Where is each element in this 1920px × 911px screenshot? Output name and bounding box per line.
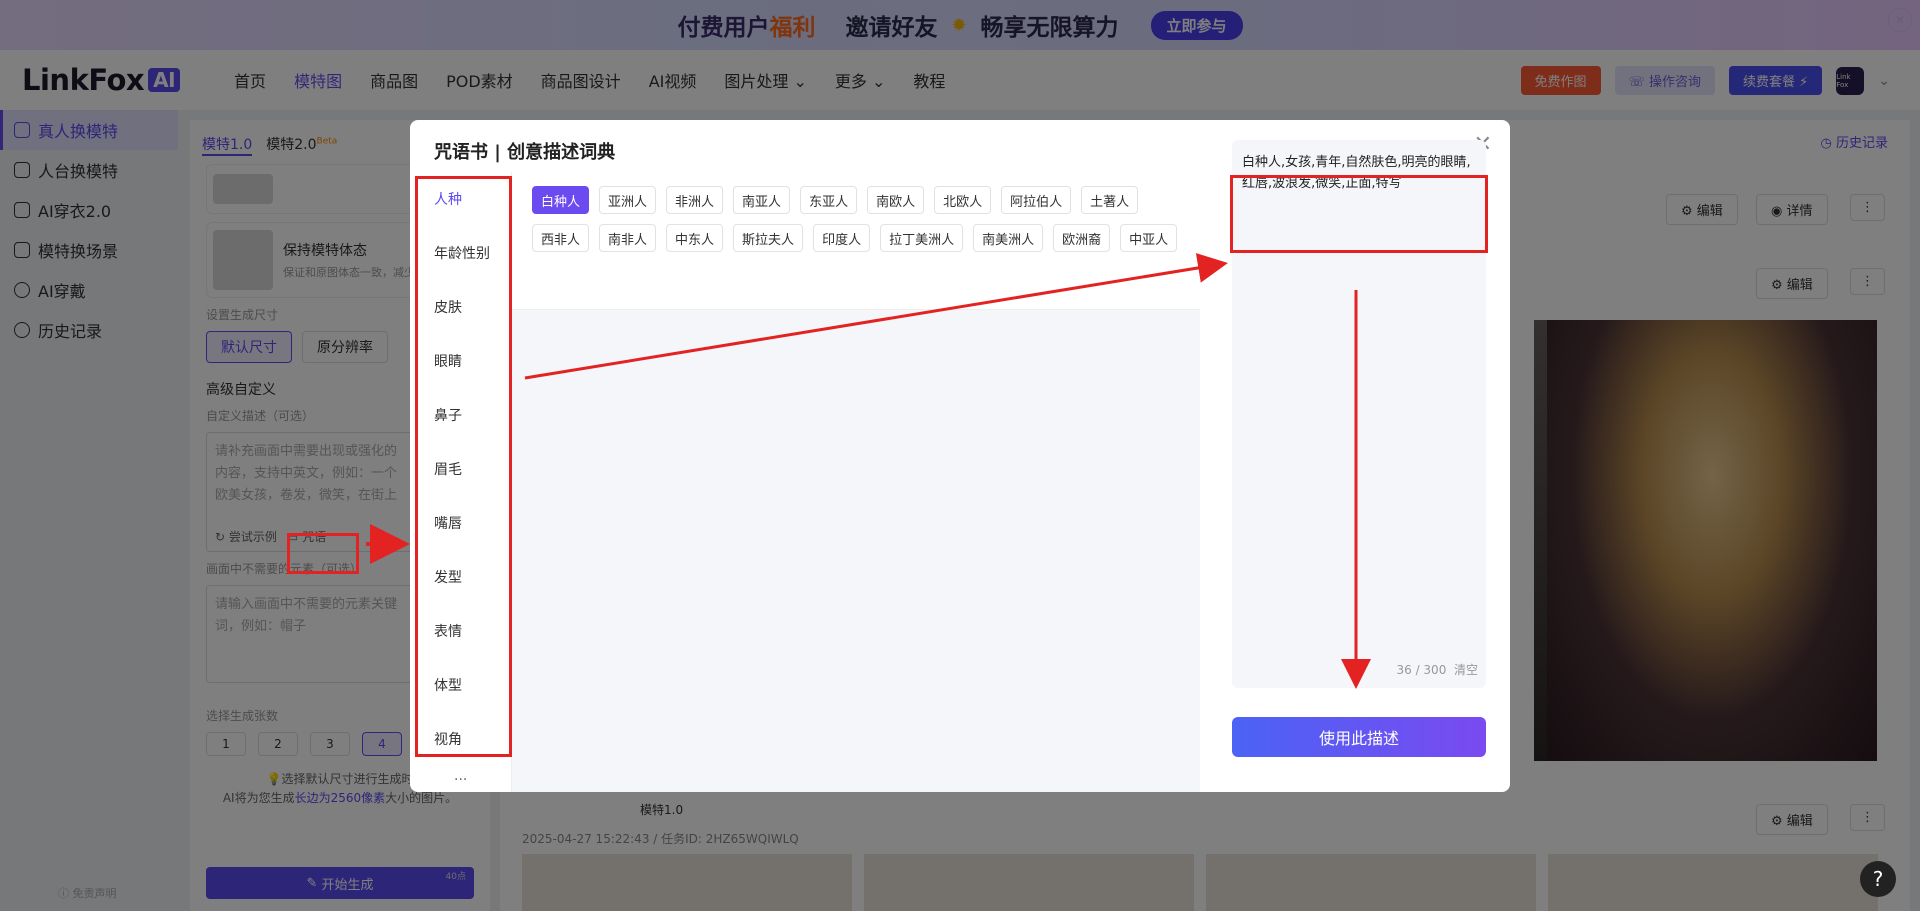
use-description-button[interactable]: 使用此描述 — [1232, 717, 1486, 757]
tag-south-european[interactable]: 南欧人 — [867, 186, 925, 214]
annotation-box-categories — [415, 176, 512, 757]
annotation-box-description — [1230, 175, 1488, 253]
modal-title: 咒语书 | 创意描述词典 — [434, 142, 616, 163]
tag-middle-eastern[interactable]: 中东人 — [666, 224, 724, 252]
tag-south-african[interactable]: 南非人 — [599, 224, 657, 252]
tag-european-descent[interactable]: 欧洲裔 — [1053, 224, 1111, 252]
tag-arab[interactable]: 阿拉伯人 — [1001, 186, 1072, 214]
annotation-box-spell — [287, 533, 359, 574]
tag-central-asian[interactable]: 中亚人 — [1120, 224, 1178, 252]
tag-south-american[interactable]: 南美洲人 — [973, 224, 1044, 252]
help-button[interactable]: ? — [1860, 861, 1896, 897]
tag-indian[interactable]: 印度人 — [813, 224, 871, 252]
tag-latin-american[interactable]: 拉丁美洲人 — [880, 224, 964, 252]
tag-area: 白种人 亚洲人 非洲人 南亚人 东亚人 南欧人 北欧人 阿拉伯人 土著人 西非人… — [512, 172, 1200, 792]
tag-list: 白种人 亚洲人 非洲人 南亚人 东亚人 南欧人 北欧人 阿拉伯人 土著人 西非人… — [512, 172, 1200, 310]
tag-east-asian[interactable]: 东亚人 — [800, 186, 858, 214]
tag-asian[interactable]: 亚洲人 — [599, 186, 657, 214]
tag-white[interactable]: 白种人 — [532, 186, 590, 214]
tag-south-asian[interactable]: 南亚人 — [733, 186, 791, 214]
tag-slavic[interactable]: 斯拉夫人 — [733, 224, 804, 252]
tag-indigenous[interactable]: 土著人 — [1081, 186, 1139, 214]
tag-african[interactable]: 非洲人 — [666, 186, 724, 214]
tag-west-african[interactable]: 西非人 — [532, 224, 590, 252]
clear-button[interactable]: 清空 — [1454, 663, 1478, 677]
tag-north-european[interactable]: 北欧人 — [934, 186, 992, 214]
description-count: 36 / 300 清空 — [1396, 663, 1478, 677]
category-more[interactable]: ... — [410, 766, 511, 786]
